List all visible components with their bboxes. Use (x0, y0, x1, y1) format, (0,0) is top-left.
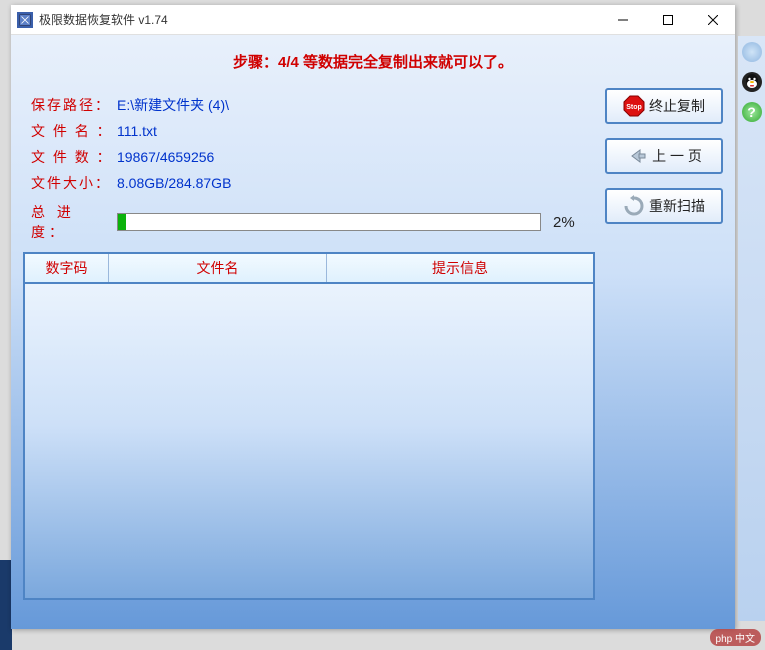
table-header: 数字码 文件名 提示信息 (23, 252, 595, 282)
stop-icon: Stop (623, 95, 645, 117)
window-controls (600, 5, 735, 34)
right-panel: Stop 终止复制 上 一 页 重新扫描 (605, 86, 723, 600)
table-body (23, 282, 595, 600)
progress-row: 总 进 度： 2% (23, 200, 595, 250)
app-icon (17, 12, 33, 28)
maximize-button[interactable] (645, 5, 690, 34)
close-button[interactable] (690, 5, 735, 34)
rescan-button-label: 重新扫描 (649, 196, 705, 216)
prev-page-button[interactable]: 上 一 页 (605, 138, 723, 174)
refresh-icon (623, 195, 645, 217)
column-header-filename[interactable]: 文件名 (109, 254, 327, 282)
filesize-value: 8.08GB/284.87GB (117, 170, 231, 196)
content-area: 步骤：4/4 等数据完全复制出来就可以了。 保存路径： E:\新建文件夹 (4)… (11, 35, 735, 629)
save-path-value: E:\新建文件夹 (4)\ (117, 92, 229, 118)
minimize-button[interactable] (600, 5, 645, 34)
column-header-code[interactable]: 数字码 (25, 254, 109, 282)
progress-label: 总 进 度： (31, 202, 117, 242)
info-block: 保存路径： E:\新建文件夹 (4)\ 文 件 名 ： 111.txt 文 件 … (23, 86, 595, 200)
filename-label: 文 件 名 ： (31, 118, 117, 144)
filesize-label: 文件大小： (31, 170, 117, 196)
prev-button-label: 上 一 页 (652, 146, 702, 166)
stop-copy-button[interactable]: Stop 终止复制 (605, 88, 723, 124)
step-title: 步骤：4/4 等数据完全复制出来就可以了。 (23, 51, 723, 72)
filename-value: 111.txt (117, 118, 157, 144)
window-title: 极限数据恢复软件 v1.74 (39, 11, 600, 28)
side-toolbar: ? (738, 36, 765, 621)
arrow-left-icon (626, 145, 648, 167)
left-panel: 保存路径： E:\新建文件夹 (4)\ 文 件 名 ： 111.txt 文 件 … (23, 86, 595, 600)
progress-percent: 2% (553, 214, 587, 231)
monitor-icon[interactable] (742, 42, 762, 62)
svg-text:Stop: Stop (626, 104, 642, 111)
progress-bar (117, 213, 541, 231)
stop-button-label: 终止复制 (649, 96, 705, 116)
rescan-button[interactable]: 重新扫描 (605, 188, 723, 224)
help-icon[interactable]: ? (742, 102, 762, 122)
results-table: 数字码 文件名 提示信息 (23, 252, 595, 600)
filecount-label: 文 件 数 ： (31, 144, 117, 170)
qq-icon[interactable] (742, 72, 762, 92)
filecount-value: 19867/4659256 (117, 144, 214, 170)
progress-fill (118, 214, 126, 230)
title-bar[interactable]: 极限数据恢复软件 v1.74 (11, 5, 735, 35)
app-window: 极限数据恢复软件 v1.74 步骤：4/4 等数据完全复制出来就可以了。 保存路… (11, 5, 735, 629)
column-header-message[interactable]: 提示信息 (327, 254, 593, 282)
watermark: php 中文 (710, 629, 761, 646)
save-path-label: 保存路径： (31, 92, 117, 118)
